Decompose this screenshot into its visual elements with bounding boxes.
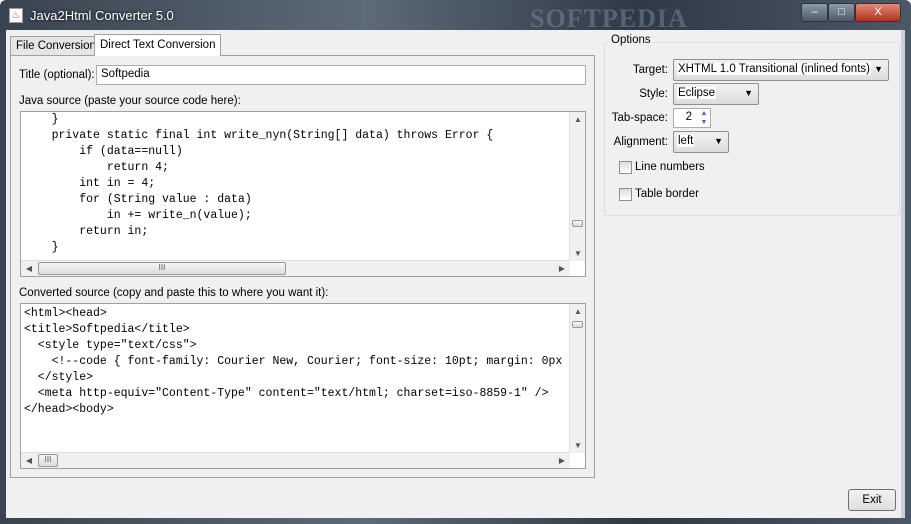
java-app-icon: ♨ [9, 8, 23, 23]
converted-source-textarea[interactable]: <html><head> <title>Softpedia</title> <s… [20, 303, 586, 469]
scroll-down-icon[interactable]: ▼ [570, 249, 585, 258]
alignment-value: left [677, 135, 695, 147]
target-value: XHTML 1.0 Transitional (inlined fonts) [677, 63, 871, 75]
tab-space-label: Tab-space: [611, 112, 668, 124]
horizontal-scrollbar[interactable]: ◀ III ▶ [21, 260, 570, 276]
scroll-thumb[interactable] [572, 220, 583, 227]
minimize-button[interactable]: – [801, 3, 828, 22]
spinner-arrows-icon[interactable]: ▲ ▼ [698, 109, 710, 127]
target-select[interactable]: XHTML 1.0 Transitional (inlined fonts) ▼ [673, 59, 889, 81]
style-select[interactable]: Eclipse ▼ [673, 83, 759, 105]
style-value: Eclipse [677, 87, 717, 99]
chevron-down-icon: ▼ [714, 136, 723, 146]
app-window: ♨ Java2Html Converter 5.0 SOFTPEDIA – □ … [0, 0, 911, 524]
java-source-code[interactable]: } private static final int write_nyn(Str… [24, 112, 494, 256]
title-input[interactable]: Softpedia [96, 65, 586, 85]
horizontal-scrollbar[interactable]: ◀ III ▶ [21, 452, 570, 468]
scroll-thumb[interactable]: III [38, 262, 286, 275]
tab-file-conversion[interactable]: File Conversion [10, 36, 102, 56]
table-border-checkbox[interactable] [619, 188, 632, 201]
title-bar: ♨ Java2Html Converter 5.0 SOFTPEDIA – □ … [0, 0, 911, 33]
line-numbers-label: Line numbers [635, 161, 705, 173]
window-title: Java2Html Converter 5.0 [30, 8, 174, 23]
scroll-thumb[interactable]: III [38, 454, 58, 467]
close-button[interactable]: X [855, 3, 901, 22]
line-numbers-checkbox[interactable] [619, 161, 632, 174]
maximize-button[interactable]: □ [828, 3, 855, 22]
window-border [901, 30, 905, 518]
title-label: Title (optional): [19, 69, 95, 81]
scroll-thumb[interactable] [572, 321, 583, 328]
scroll-left-icon[interactable]: ◀ [21, 456, 37, 465]
converted-source-code[interactable]: <html><head> <title>Softpedia</title> <s… [24, 306, 562, 418]
chevron-down-icon: ▼ [744, 88, 753, 98]
scroll-right-icon[interactable]: ▶ [554, 456, 570, 465]
target-label: Target: [632, 64, 668, 76]
scroll-left-icon[interactable]: ◀ [21, 264, 37, 273]
alignment-select[interactable]: left ▼ [673, 131, 729, 153]
table-border-label: Table border [635, 188, 699, 200]
scroll-up-icon[interactable]: ▲ [570, 115, 585, 124]
chevron-down-icon: ▼ [874, 64, 883, 74]
exit-button[interactable]: Exit [848, 489, 896, 511]
style-label: Style: [639, 88, 668, 100]
scroll-right-icon[interactable]: ▶ [554, 264, 570, 273]
options-title: Options [609, 34, 653, 46]
vertical-scrollbar[interactable]: ▲ ▼ [569, 304, 585, 453]
client-area: File Conversion Direct Text Conversion T… [6, 30, 905, 518]
alignment-label: Alignment: [613, 136, 668, 148]
direct-text-panel: Title (optional): Softpedia Java source … [10, 55, 595, 478]
vertical-scrollbar[interactable]: ▲ ▼ [569, 112, 585, 261]
tab-direct-text-conversion[interactable]: Direct Text Conversion [94, 34, 222, 56]
converted-source-label: Converted source (copy and paste this to… [19, 287, 329, 299]
java-source-textarea[interactable]: } private static final int write_nyn(Str… [20, 111, 586, 277]
scroll-down-icon[interactable]: ▼ [570, 441, 585, 450]
scroll-up-icon[interactable]: ▲ [570, 307, 585, 316]
java-source-label: Java source (paste your source code here… [19, 95, 241, 107]
